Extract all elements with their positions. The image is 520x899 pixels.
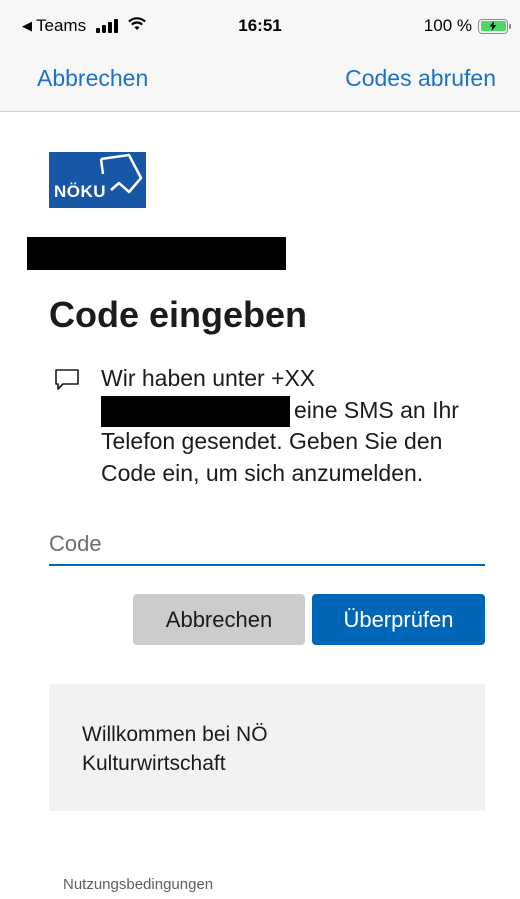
cancel-button[interactable]: Abbrechen bbox=[133, 594, 305, 645]
message-line: Telefon gesendet. Geben Sie den bbox=[101, 428, 443, 454]
terms-of-use-link[interactable]: Nutzungsbedingungen bbox=[63, 876, 213, 893]
redacted-account bbox=[27, 237, 286, 270]
message-line: Wir haben unter +XX bbox=[101, 365, 316, 391]
message-icon bbox=[54, 367, 80, 398]
status-bar: ◀ Teams 16:51 100 % bbox=[0, 0, 520, 52]
welcome-panel: Willkommen bei NÖ Kulturwirtschaft bbox=[49, 684, 485, 811]
battery-charging-icon bbox=[478, 18, 511, 34]
message-line: Code ein, um sich anzumelden. bbox=[101, 459, 424, 486]
code-input[interactable] bbox=[49, 518, 485, 566]
battery-percent: 100 % bbox=[423, 16, 472, 35]
battery-status: 100 % bbox=[423, 16, 511, 36]
page-title: Code eingeben bbox=[49, 294, 308, 335]
redacted-phone-number bbox=[101, 396, 290, 427]
navigation-bar: Abbrechen Codes abrufen bbox=[0, 52, 520, 112]
get-codes-button[interactable]: Codes abrufen bbox=[345, 65, 496, 92]
welcome-text: Willkommen bei NÖ Kulturwirtschaft bbox=[82, 723, 268, 775]
nav-cancel-button[interactable]: Abbrechen bbox=[37, 65, 148, 92]
logo-text: NÖKU bbox=[54, 182, 107, 201]
verify-button[interactable]: Überprüfen bbox=[312, 594, 485, 645]
noku-logo: NÖKU bbox=[49, 152, 146, 208]
